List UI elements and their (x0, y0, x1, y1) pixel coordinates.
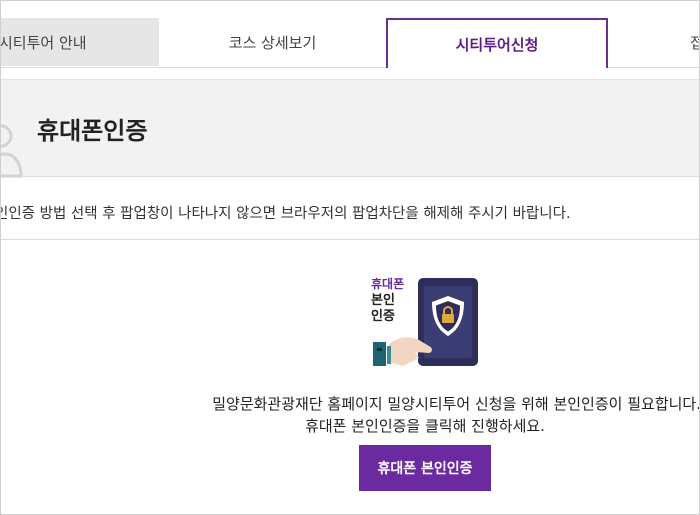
tab-bar: 시티투어 안내 코스 상세보기 시티투어신청 접 (1, 1, 699, 68)
tab-course-details[interactable]: 코스 상세보기 (159, 18, 386, 66)
page-frame: 시티투어 안내 코스 상세보기 시티투어신청 접 휴대폰인증 인인증 방법 선택… (0, 0, 700, 515)
popup-notice: 인인증 방법 선택 후 팝업창이 나타나지 않으면 브라우저의 팝업차단을 해제… (0, 206, 571, 222)
illus-text-line1: 휴대폰 (371, 277, 405, 291)
tab-citytour-apply[interactable]: 시티투어신청 (386, 18, 608, 68)
tab-citytour-info[interactable]: 시티투어 안내 (1, 18, 159, 66)
tab-label: 접 (690, 32, 699, 53)
auth-instruction-text: 휴대폰 본인인증을 클릭해 진행하세요. (305, 417, 545, 435)
phone-auth-button[interactable]: 휴대폰 본인인증 (359, 445, 491, 491)
phone-auth-illustration: 휴대폰 본인 인증 (359, 274, 481, 370)
illus-text-line3: 인증 (371, 309, 395, 324)
illus-text-line2: 본인 (371, 293, 395, 308)
divider (1, 239, 699, 240)
tab-label: 코스 상세보기 (228, 33, 317, 52)
auth-instruction-message: 휴대폰 본인인증을 클릭해 진행하세요. (1, 415, 699, 436)
tab-label: 시티투어신청 (455, 35, 539, 54)
page-title: 휴대폰인증 (37, 117, 148, 145)
tab-reservation[interactable]: 접 (608, 18, 699, 66)
tab-label: 시티투어 안내 (0, 33, 87, 52)
user-icon (1, 124, 23, 178)
auth-required-message: 밀양문화관광재단 홈페이지 밀양시티투어 신청을 위해 본인인증이 필요합니다. (212, 395, 700, 413)
